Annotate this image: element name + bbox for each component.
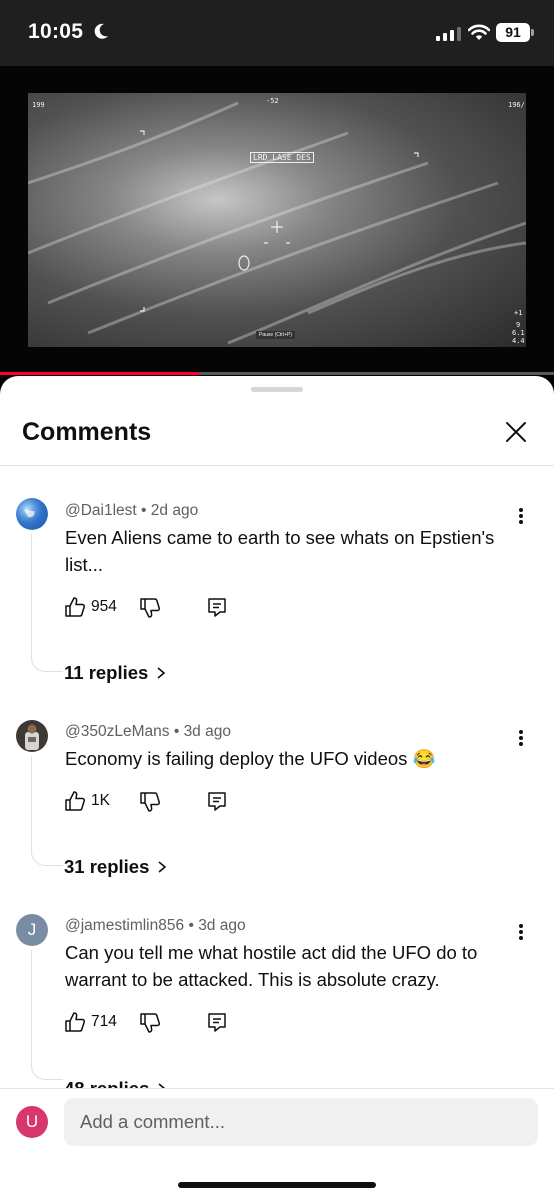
like-count: 954 <box>91 598 117 615</box>
hud-right-1: +1 <box>514 309 523 317</box>
comment-meta: @jamestimlin856 • 3d ago <box>65 917 246 935</box>
comment-actions: 1K <box>64 790 234 814</box>
user-avatar[interactable]: U <box>16 1106 48 1138</box>
comment-meta: @350zLeMans • 3d ago <box>65 723 231 741</box>
thread-line <box>31 756 63 866</box>
close-icon[interactable] <box>500 416 532 448</box>
comment-actions: 714 <box>64 1011 234 1035</box>
thread-line <box>31 534 63 672</box>
status-time: 10:05 <box>28 20 84 43</box>
moon-icon <box>94 23 108 39</box>
add-comment-input[interactable] <box>64 1098 538 1146</box>
like-icon[interactable] <box>64 596 86 618</box>
comment-age: 3d ago <box>198 917 246 934</box>
replies-label: 11 replies <box>64 662 149 683</box>
drag-handle[interactable] <box>251 387 303 392</box>
meta-separator: • <box>188 917 194 934</box>
comment-text: Can you tell me what hostile act did the… <box>65 942 478 990</box>
hud-top-left: 199 <box>32 101 45 109</box>
like-icon[interactable] <box>64 1011 86 1033</box>
video-progress-bar[interactable] <box>0 372 554 375</box>
video-player[interactable]: 199 -52 196/ LRD LASE DES Pause (Ctrl+P)… <box>0 66 554 374</box>
comment-text: Economy is failing deploy the UFO videos… <box>65 748 436 769</box>
home-indicator <box>178 1182 376 1188</box>
hud-top-center: -52 <box>266 97 279 105</box>
like-icon[interactable] <box>64 790 86 812</box>
like-count: 714 <box>91 1013 117 1030</box>
like-count: 1K <box>91 792 110 809</box>
view-replies-button[interactable]: 31 replies <box>64 856 167 878</box>
hud-right-2: 9 <box>516 321 521 329</box>
meta-separator: • <box>141 502 147 519</box>
battery-icon: 91 <box>496 23 530 42</box>
comment-composer: U <box>0 1088 554 1200</box>
header-divider <box>0 465 554 466</box>
comment-author[interactable]: @350zLeMans <box>65 723 170 740</box>
avatar[interactable]: J <box>16 914 48 946</box>
comment-meta: @Dai1lest • 2d ago <box>65 502 198 520</box>
comment-age: 3d ago <box>183 723 231 740</box>
dislike-icon[interactable] <box>139 1012 161 1034</box>
comment-actions: 954 <box>64 596 234 620</box>
avatar[interactable] <box>16 720 48 752</box>
reply-icon[interactable] <box>206 596 228 618</box>
reply-icon[interactable] <box>206 790 228 812</box>
cellular-signal-icon <box>436 27 461 41</box>
hud-right-3: 6.1 <box>512 329 525 337</box>
comments-sheet: Comments @Dai1lest • 2d ago Even Aliens … <box>0 376 554 1200</box>
hud-label: LRD LASE DES <box>250 152 314 163</box>
meta-separator: • <box>173 723 180 740</box>
reply-icon[interactable] <box>206 1011 228 1033</box>
dislike-icon[interactable] <box>139 597 161 619</box>
thread-line <box>31 950 63 1080</box>
replies-label: 31 replies <box>64 856 150 877</box>
chevron-right-icon <box>158 861 167 873</box>
chevron-right-icon <box>157 667 166 679</box>
sheet-title: Comments <box>22 418 152 446</box>
view-replies-button[interactable]: 11 replies <box>64 662 166 684</box>
comment-author[interactable]: @Dai1lest <box>65 502 137 519</box>
comment-age: 2d ago <box>150 502 199 519</box>
avatar[interactable] <box>16 498 48 530</box>
status-bar: 10:05 91 <box>0 0 554 66</box>
hud-top-right: 196/ <box>508 101 525 109</box>
video-clouds <box>28 101 526 345</box>
hud-right-4: 4.4 <box>512 337 525 345</box>
video-progress-fill <box>0 372 200 375</box>
comment-author[interactable]: @jamestimlin856 <box>65 917 184 934</box>
pause-hint: Pause (Ctrl+P) <box>256 331 295 339</box>
wifi-icon <box>468 24 490 40</box>
video-frame[interactable]: 199 -52 196/ LRD LASE DES Pause (Ctrl+P)… <box>28 93 526 347</box>
battery-cap <box>531 29 534 36</box>
comment-text: Even Aliens came to earth to see whats o… <box>65 527 495 575</box>
dislike-icon[interactable] <box>139 791 161 813</box>
